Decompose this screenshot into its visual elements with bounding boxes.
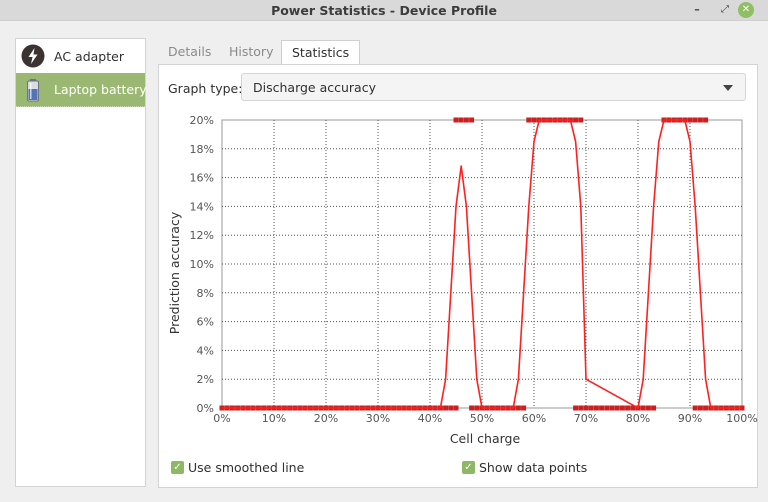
device-item-laptop-battery[interactable]: Laptop battery (16, 73, 147, 107)
x-tick-label: 50% (470, 412, 494, 425)
y-tick-label: 14% (190, 200, 214, 213)
data-point (687, 117, 693, 123)
ac-adapter-icon (21, 44, 45, 68)
data-point (474, 405, 480, 411)
data-point (458, 117, 464, 123)
data-point (697, 117, 703, 123)
x-tick-label: 30% (366, 412, 390, 425)
maximize-button[interactable]: ⤢ (717, 2, 733, 18)
data-point (448, 405, 454, 411)
tab-statistics[interactable]: Statistics (281, 40, 361, 65)
data-point (521, 405, 527, 411)
tab-details[interactable]: Details (158, 40, 221, 64)
smoothed-line-checkbox[interactable]: ✓ Use smoothed line (171, 460, 304, 475)
data-point (703, 117, 709, 123)
x-axis-label: Cell charge (450, 431, 521, 446)
discharge-accuracy-chart: 0% 2% 4% 6% 8% 10% 12% 14% 16% 18% 20% 0% 10% 20% 30%… (167, 114, 758, 446)
y-tick-label: 2% (197, 373, 214, 386)
data-point (692, 405, 698, 411)
data-point (526, 117, 532, 123)
battery-icon (27, 78, 39, 101)
data-point (697, 405, 703, 411)
data-point (619, 405, 625, 411)
data-point (645, 405, 651, 411)
data-point (583, 405, 589, 411)
data-point (625, 405, 631, 411)
data-point (640, 405, 646, 411)
data-point (463, 117, 469, 123)
minimize-button[interactable]: – (689, 2, 705, 18)
show-data-points-checkbox[interactable]: ✓ Show data points (462, 460, 587, 475)
data-point (593, 405, 599, 411)
window-title: Power Statistics - Device Profile (271, 3, 497, 18)
data-point (469, 405, 475, 411)
y-tick-label: 0% (197, 402, 214, 415)
data-point (469, 117, 475, 123)
x-tick-label: 60% (522, 412, 546, 425)
checkmark-icon: ✓ (462, 461, 475, 474)
data-point (614, 405, 620, 411)
y-tick-label: 16% (190, 172, 214, 185)
x-tick-label: 40% (418, 412, 442, 425)
data-point (573, 405, 579, 411)
data-point (651, 405, 657, 411)
x-tick-label: 90% (678, 412, 702, 425)
y-tick-label: 8% (197, 287, 214, 300)
data-point (609, 405, 615, 411)
x-tick-label: 20% (314, 412, 338, 425)
x-tick-label: 10% (262, 412, 286, 425)
data-point (443, 405, 449, 411)
x-tick-label: 80% (626, 412, 650, 425)
device-label: Laptop battery (54, 82, 147, 97)
title-bar: Power Statistics - Device Profile – ⤢ ✕ (0, 0, 768, 21)
y-tick-label: 10% (190, 258, 214, 271)
data-point (578, 117, 584, 123)
data-point (604, 405, 610, 411)
data-point (453, 117, 459, 123)
data-point (453, 405, 459, 411)
data-point (692, 117, 698, 123)
tab-history[interactable]: History (219, 40, 283, 64)
x-tick-label: 100% (726, 412, 757, 425)
data-point (515, 405, 521, 411)
data-point (578, 405, 584, 411)
data-point (588, 405, 594, 411)
y-tick-label: 20% (190, 114, 214, 127)
y-tick-label: 12% (190, 229, 214, 242)
x-tick-label: 70% (574, 412, 598, 425)
data-point (703, 405, 709, 411)
device-item-ac-adapter[interactable]: AC adapter (16, 39, 145, 73)
smoothed-line-label: Use smoothed line (188, 460, 305, 475)
y-tick-label: 6% (197, 316, 214, 329)
data-point (531, 117, 537, 123)
y-tick-label: 18% (190, 143, 214, 156)
x-tick-label: 0% (213, 412, 230, 425)
statistics-panel: Graph type: Discharge accuracy 0% 2% 4% 6% 8… (158, 64, 758, 488)
data-point (573, 117, 579, 123)
y-tick-label: 4% (197, 344, 214, 357)
show-data-points-label: Show data points (479, 460, 588, 475)
device-list: AC adapter Laptop battery (15, 38, 147, 487)
checkmark-icon: ✓ (171, 461, 184, 474)
close-button[interactable]: ✕ (738, 2, 754, 18)
device-label: AC adapter (54, 48, 124, 64)
data-point (599, 405, 605, 411)
y-axis-label: Prediction accuracy (167, 211, 182, 334)
